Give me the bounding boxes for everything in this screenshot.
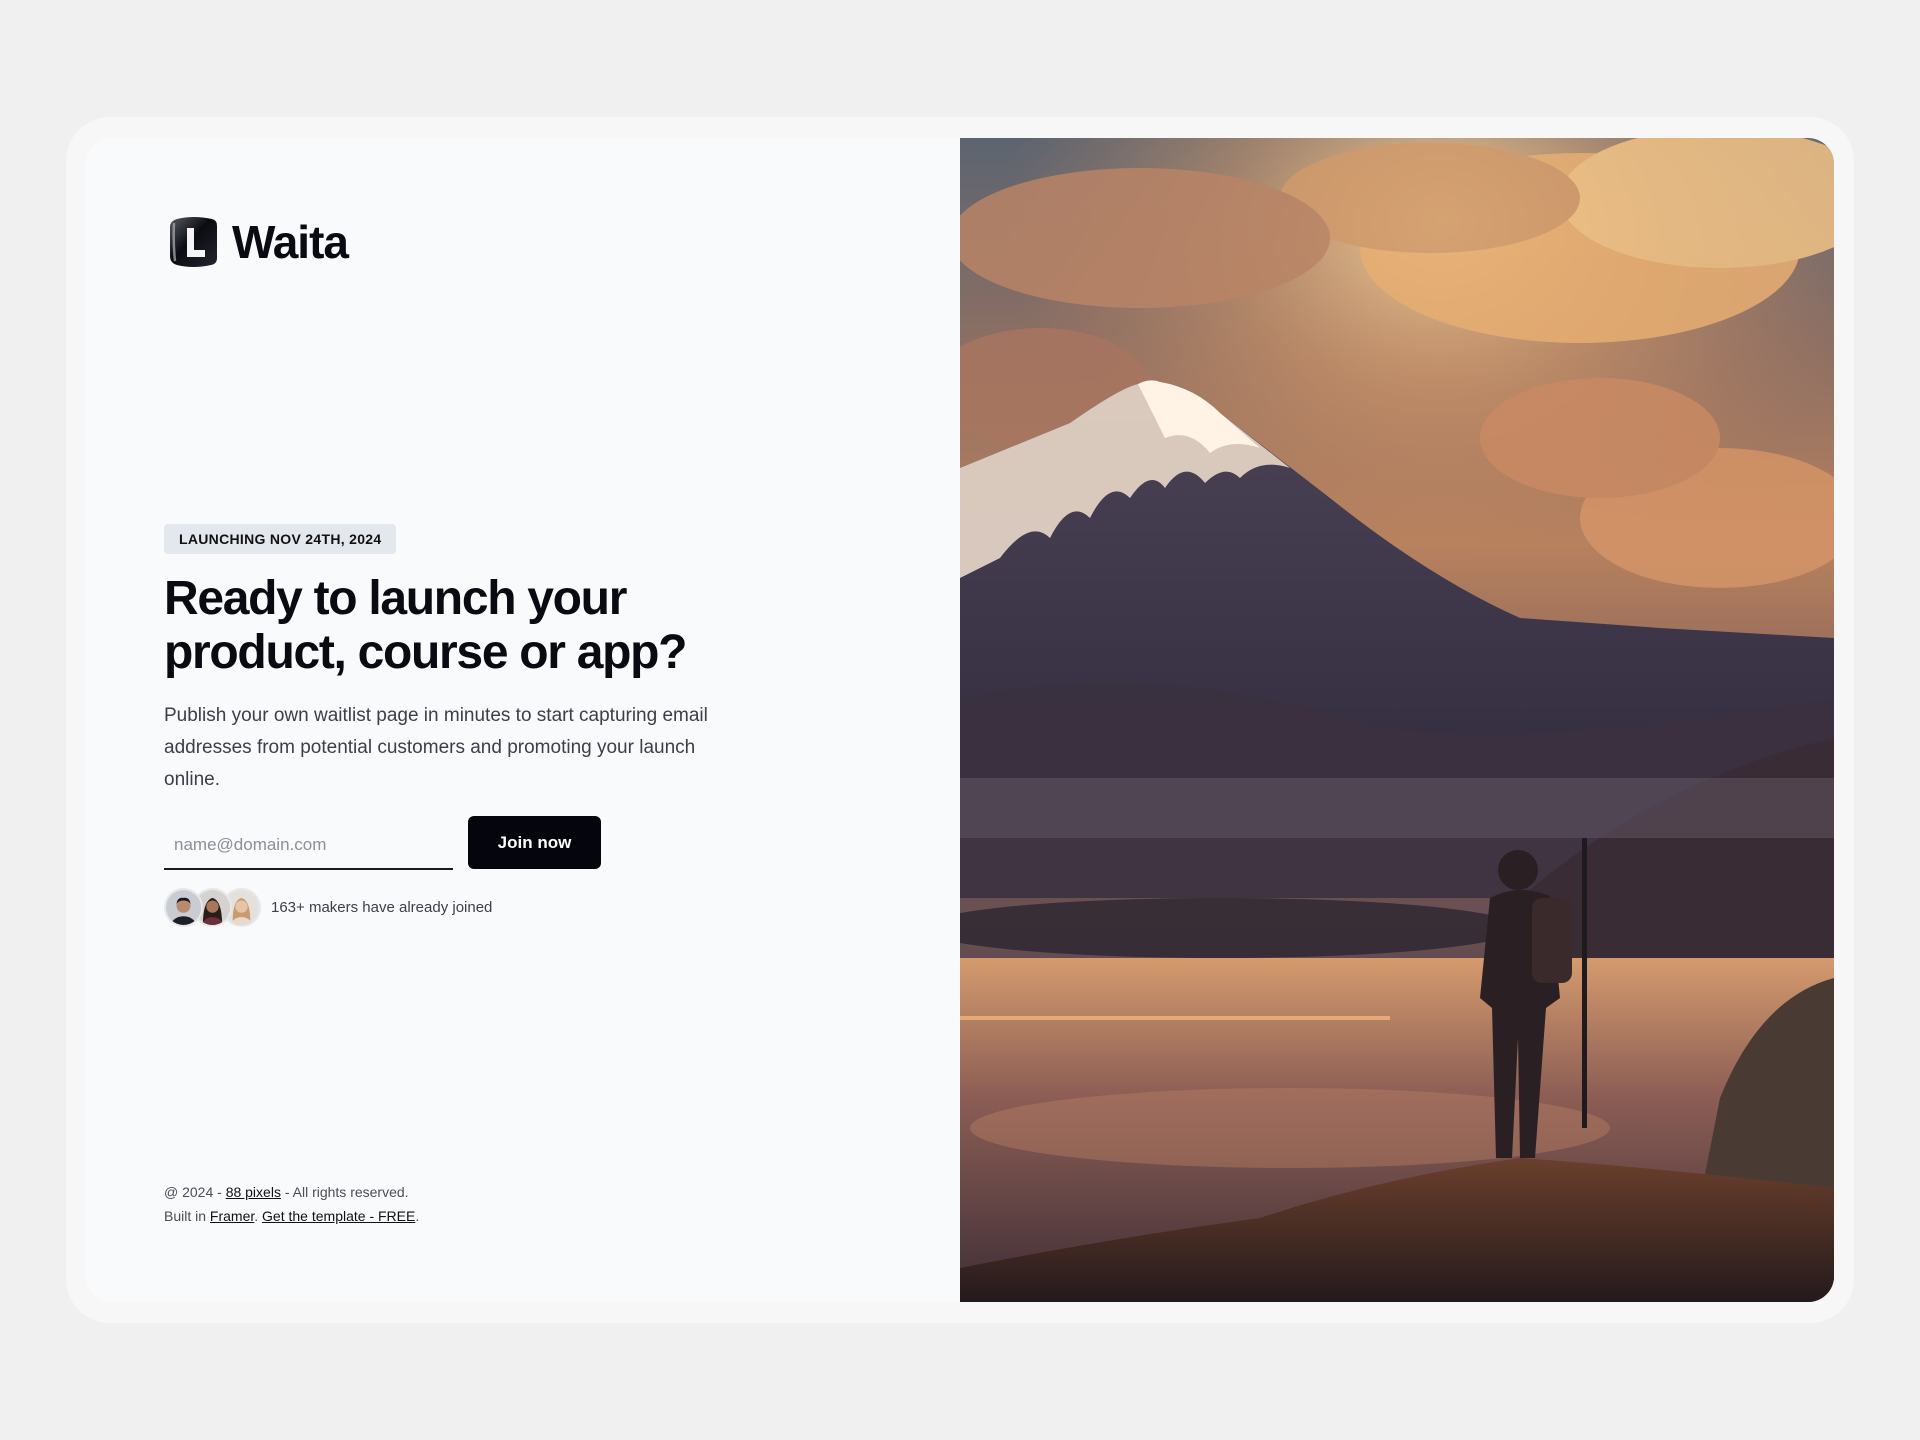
email-input[interactable] <box>164 820 453 870</box>
join-now-button[interactable]: Join now <box>468 816 601 869</box>
author-link[interactable]: 88 pixels <box>226 1184 281 1200</box>
waita-logo-icon <box>168 215 218 269</box>
footer-end: . <box>415 1208 420 1224</box>
footer: @ 2024 - 88 pixels - All rights reserved… <box>164 1180 419 1228</box>
built-in-line: Built in Framer. Get the template - FREE… <box>164 1204 419 1228</box>
brand-name: Waita <box>232 216 349 268</box>
brand-logo[interactable]: Waita <box>168 215 349 269</box>
avatar-group <box>164 888 264 928</box>
separator: . <box>254 1208 263 1224</box>
copyright-prefix: @ 2024 - <box>164 1184 226 1200</box>
built-prefix: Built in <box>164 1208 210 1224</box>
framer-link[interactable]: Framer <box>210 1208 254 1224</box>
launch-date-badge: LAUNCHING NOV 24TH, 2024 <box>164 524 397 554</box>
get-template-link[interactable]: Get the template - FREE <box>262 1208 415 1224</box>
joined-count-text: 163+ makers have already joined <box>271 899 493 916</box>
hero-description: Publish your own waitlist page in minute… <box>164 705 708 790</box>
copyright-line: @ 2024 - 88 pixels - All rights reserved… <box>164 1180 419 1204</box>
copyright-suffix: - All rights reserved. <box>280 1184 409 1200</box>
headline-line-2: product, course or app? <box>164 626 687 679</box>
page-headline: Ready to launch your product, course or … <box>164 572 784 680</box>
avatar <box>164 888 203 927</box>
hero-image <box>960 138 1834 1302</box>
headline-line-1: Ready to launch your <box>164 572 627 625</box>
